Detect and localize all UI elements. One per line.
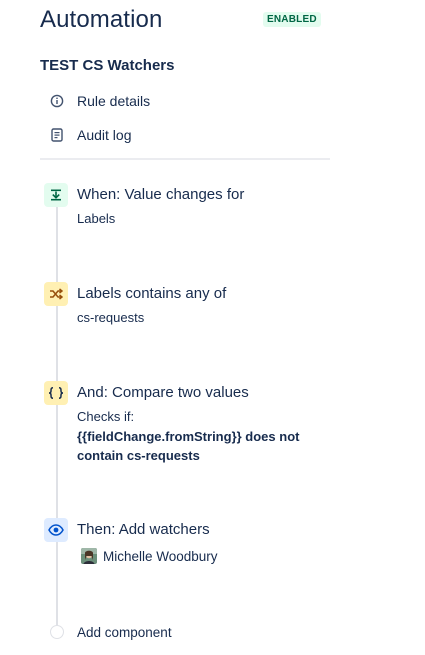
watcher-item: Michelle Woodbury [81,548,218,564]
info-icon [48,92,66,110]
condition-step[interactable]: Labels contains any of cs-requests [44,282,344,342]
rule-details-label: Rule details [77,93,151,109]
compare-expression: {{fieldChange.fromString}} does not cont… [77,429,300,463]
action-title: Then: Add watchers [77,521,210,538]
trigger-step[interactable]: When: Value changes for Labels [44,183,344,243]
field-change-icon [44,183,68,207]
condition-detail: cs-requests [77,310,145,325]
add-component-label: Add component [77,624,172,640]
rule-details-link[interactable]: Rule details [48,91,150,111]
divider [40,158,330,160]
document-icon [48,126,66,144]
trigger-title: When: Value changes for [77,186,245,203]
audit-log-link[interactable]: Audit log [48,125,131,145]
add-component-button[interactable]: Add component [50,622,172,642]
compare-title: And: Compare two values [77,384,249,401]
eye-icon [44,518,68,542]
audit-log-label: Audit log [77,127,132,143]
action-step[interactable]: Then: Add watchers Michelle Woodbury [44,518,344,578]
rule-name: TEST CS Watchers [40,57,175,74]
trigger-detail: Labels [77,211,116,226]
status-badge: ENABLED [263,12,321,27]
compare-step[interactable]: And: Compare two values Checks if: {{fie… [44,381,344,471]
add-component-dot-icon [50,625,64,639]
condition-title: Labels contains any of [77,285,227,302]
shuffle-icon [44,282,68,306]
watcher-name: Michelle Woodbury [103,548,218,564]
avatar [81,548,97,564]
braces-icon [44,381,68,405]
page-header: Automation ENABLED [40,6,330,36]
page-title: Automation [40,6,163,33]
compare-checks-label: Checks if: [77,409,135,424]
